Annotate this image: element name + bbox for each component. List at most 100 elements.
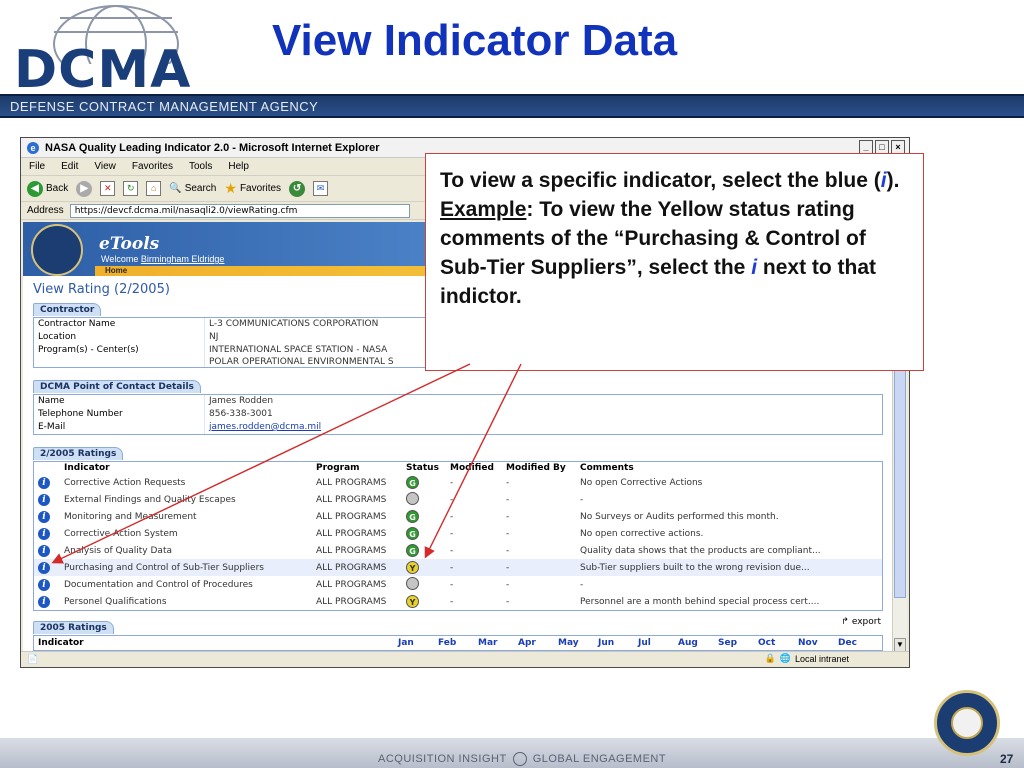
modified-cell: - (450, 511, 454, 522)
poc-tab: DCMA Point of Contact Details (33, 380, 201, 393)
modified-cell: - (450, 494, 454, 505)
program-cell: ALL PROGRAMS (316, 579, 387, 590)
agency-bar: DEFENSE CONTRACT MANAGEMENT AGENCY (0, 94, 1024, 118)
comments-cell: No Surveys or Audits performed this mont… (580, 511, 779, 522)
info-icon[interactable]: i (38, 527, 50, 540)
status-yellow-icon: Y (406, 561, 419, 574)
program-cell: ALL PROGRAMS (316, 545, 387, 556)
intranet-icon: 🌐 (779, 653, 791, 663)
security-zone: 🔒 🌐 Local intranet (765, 653, 849, 664)
comments-cell: No open Corrective Actions (580, 477, 703, 488)
menu-tools[interactable]: Tools (189, 161, 212, 172)
menu-help[interactable]: Help (228, 161, 249, 172)
minimize-button[interactable]: _ (859, 140, 873, 154)
indicator-cell: Personel Qualifications (64, 596, 167, 607)
annual-ratings-section: Indicator Jan Feb Mar Apr May Jun Jul Aug Sep Oct… (33, 635, 883, 651)
refresh-button[interactable]: ↻ (123, 181, 139, 196)
history-button[interactable]: ↺ (289, 180, 306, 197)
col-comments: Comments (580, 463, 634, 473)
email-link[interactable]: james.rodden@dcma.mil (209, 422, 321, 432)
close-button[interactable]: × (891, 140, 905, 154)
comments-cell: - (580, 579, 584, 590)
menu-view[interactable]: View (94, 161, 116, 172)
star-icon: ★ (224, 180, 237, 196)
col-program: Program (316, 463, 360, 473)
poc-section: Name James Rodden Telephone Number 856-338… (33, 394, 883, 435)
info-icon[interactable]: i (38, 493, 50, 506)
home-button[interactable]: ⌂ (146, 181, 162, 196)
status-green-icon: G (406, 510, 419, 523)
browser-title: NASA Quality Leading Indicator 2.0 - Mic… (45, 141, 380, 154)
scroll-down-arrow[interactable]: ▼ (894, 638, 906, 652)
stop-button[interactable]: ✕ (100, 181, 116, 196)
search-icon: 🔍 (169, 183, 182, 194)
month-header: Feb (438, 638, 457, 648)
agency-name: DEFENSE CONTRACT MANAGEMENT AGENCY (10, 99, 319, 114)
status-bar: 📄 🔒 🌐 Local intranet (21, 651, 909, 667)
ie-icon: e (27, 141, 39, 154)
status-yellow-icon: Y (406, 595, 419, 608)
month-header: Nov (798, 638, 818, 648)
month-header: Jun (598, 638, 615, 648)
menu-edit[interactable]: Edit (61, 161, 78, 172)
status-green-icon: G (406, 527, 419, 540)
info-icon[interactable]: i (38, 578, 50, 591)
export-link[interactable]: ↱ export (841, 617, 881, 627)
month-header: Jan (398, 638, 414, 648)
address-label: Address (27, 205, 64, 216)
table-row: i Purchasing and Control of Sub-Tier Supp… (34, 559, 882, 576)
modified-cell: - (450, 596, 454, 607)
month-header: Jul (638, 638, 651, 648)
favorites-button[interactable]: ★ Favorites (224, 180, 281, 197)
table-row: i Personel Qualifications ALL PROGRAMS Y - - P… (34, 593, 882, 610)
maximize-button[interactable]: □ (875, 140, 889, 154)
welcome-prefix: Welcome (101, 254, 139, 264)
menu-favorites[interactable]: Favorites (132, 161, 173, 172)
month-header: Apr (518, 638, 536, 648)
instruction-callout: To view a specific indicator, select the… (425, 153, 924, 371)
dcma-logo: DCMA (6, 4, 236, 96)
ratings-table: Indicator Program Status Modified Modifi… (34, 462, 882, 610)
mail-button[interactable]: ✉ (313, 181, 329, 196)
search-button[interactable]: 🔍 Search (169, 183, 216, 194)
modified-cell: - (450, 477, 454, 488)
info-icon[interactable]: i (38, 476, 50, 489)
col-status: Status (406, 463, 439, 473)
page-number: 27 (1000, 752, 1014, 766)
dcma-seal-icon (934, 690, 1000, 756)
month-header: Dec (838, 638, 857, 648)
info-icon[interactable]: i (38, 561, 50, 574)
indicator-cell: External Findings and Quality Escapes (64, 494, 236, 505)
search-label: Search (184, 183, 217, 194)
indicator-cell: Purchasing and Control of Sub-Tier Suppl… (60, 559, 312, 576)
back-button[interactable]: ◀ Back (27, 180, 68, 197)
address-input[interactable]: https://devcf.dcma.mil/nasaqli2.0/viewRa… (69, 203, 410, 218)
modified-by-cell: - (506, 494, 510, 505)
export-icon: ↱ (841, 617, 849, 627)
table-row: i Documentation and Control of Procedures… (34, 576, 882, 593)
menu-file[interactable]: File (29, 161, 45, 172)
ratings-tab: 2/2005 Ratings (33, 447, 124, 460)
modified-by-cell: - (506, 545, 510, 556)
comments-cell: - (580, 494, 584, 505)
annual-ratings-tab: 2005 Ratings (33, 621, 114, 634)
status-green-icon: G (406, 544, 419, 557)
lock-icon: 🔒 (764, 653, 776, 663)
info-icon[interactable]: i (38, 544, 50, 557)
footer-tagline: ACQUISITION INSIGHT GLOBAL ENGAGEMENT (378, 752, 667, 766)
modified-cell: - (446, 559, 502, 576)
user-link[interactable]: Birmingham Eldridge (141, 254, 225, 264)
info-icon[interactable]: i (38, 510, 50, 523)
program-cell: ALL PROGRAMS (316, 511, 387, 522)
month-header: May (558, 638, 579, 648)
col-indicator: Indicator (64, 463, 110, 473)
forward-button[interactable]: ▶ (76, 180, 93, 197)
back-arrow-icon: ◀ (27, 180, 43, 197)
modified-cell: - (450, 545, 454, 556)
col-modified-by: Modified By (506, 463, 566, 473)
program-cell: ALL PROGRAMS (312, 559, 402, 576)
table-row: i Analysis of Quality Data ALL PROGRAMS G - -… (34, 542, 882, 559)
status-green-icon: G (406, 476, 419, 489)
info-icon[interactable]: i (38, 595, 50, 608)
modified-cell: - (450, 528, 454, 539)
